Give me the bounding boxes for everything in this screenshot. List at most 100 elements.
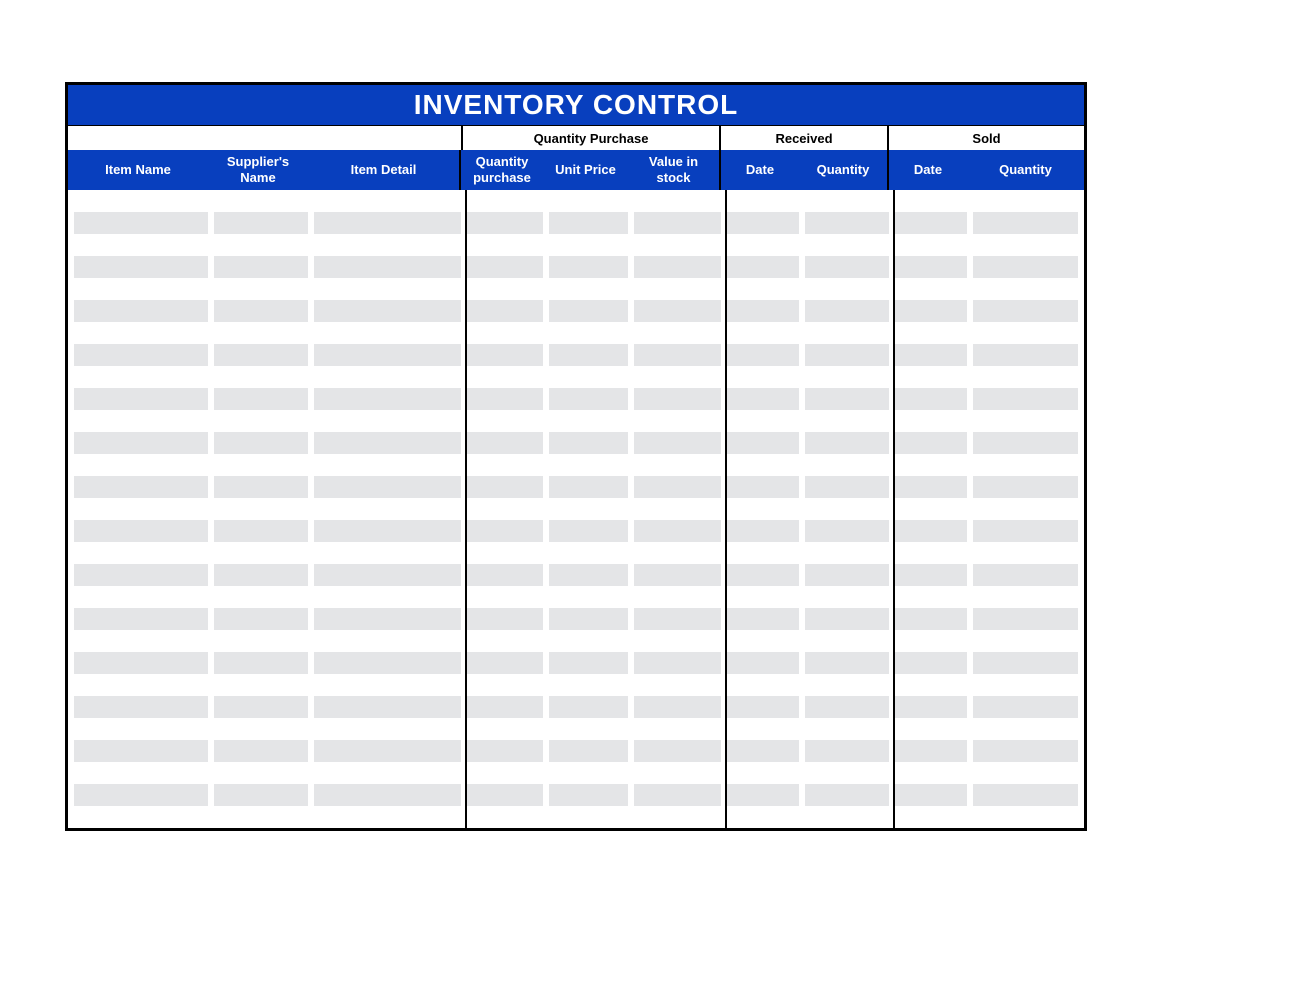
cell-soldQty	[973, 696, 1078, 718]
cell-soldQty	[973, 190, 1078, 212]
cell-receivedDate	[727, 806, 799, 828]
cell-supplierName	[214, 432, 308, 454]
table-row	[68, 718, 1084, 740]
cell-supplierName	[214, 366, 308, 388]
cell-quantityPurchase	[467, 388, 543, 410]
cell-receivedQty	[805, 454, 889, 476]
table-row	[68, 608, 1084, 630]
cell-itemDetail	[314, 256, 461, 278]
cell-receivedQty	[805, 476, 889, 498]
table-row	[68, 476, 1084, 498]
cell-soldDate	[895, 740, 967, 762]
cell-soldQty	[973, 542, 1078, 564]
cell-soldDate	[895, 366, 967, 388]
cell-soldDate	[895, 608, 967, 630]
cell-valueInStock	[634, 454, 721, 476]
cell-valueInStock	[634, 718, 721, 740]
table-row	[68, 520, 1084, 542]
cell-itemName	[74, 630, 208, 652]
cell-itemDetail	[314, 564, 461, 586]
cell-quantityPurchase	[467, 718, 543, 740]
cell-valueInStock	[634, 806, 721, 828]
col-item-name: Item Name	[68, 150, 208, 190]
cell-receivedDate	[727, 674, 799, 696]
cell-supplierName	[214, 256, 308, 278]
cell-valueInStock	[634, 366, 721, 388]
cell-supplierName	[214, 586, 308, 608]
cell-receivedDate	[727, 410, 799, 432]
cell-unitPrice	[549, 278, 628, 300]
cell-itemDetail	[314, 234, 461, 256]
cell-soldQty	[973, 476, 1078, 498]
cell-supplierName	[214, 410, 308, 432]
cell-soldQty	[973, 674, 1078, 696]
cell-receivedDate	[727, 366, 799, 388]
cell-itemDetail	[314, 674, 461, 696]
cell-itemName	[74, 498, 208, 520]
group-header-blank	[68, 126, 461, 150]
cell-itemDetail	[314, 806, 461, 828]
cell-valueInStock	[634, 608, 721, 630]
cell-valueInStock	[634, 410, 721, 432]
cell-soldDate	[895, 498, 967, 520]
cell-unitPrice	[549, 520, 628, 542]
table-row	[68, 784, 1084, 806]
table-body	[68, 190, 1084, 828]
table-row	[68, 344, 1084, 366]
cell-unitPrice	[549, 542, 628, 564]
cell-quantityPurchase	[467, 322, 543, 344]
table-row	[68, 366, 1084, 388]
cell-quantityPurchase	[467, 630, 543, 652]
cell-unitPrice	[549, 234, 628, 256]
cell-receivedDate	[727, 718, 799, 740]
col-unit-price: Unit Price	[543, 150, 628, 190]
cell-soldQty	[973, 586, 1078, 608]
col-value-in-stock: Value in stock	[628, 150, 721, 190]
cell-unitPrice	[549, 432, 628, 454]
cell-valueInStock	[634, 630, 721, 652]
cell-soldQty	[973, 300, 1078, 322]
cell-itemDetail	[314, 718, 461, 740]
cell-soldDate	[895, 564, 967, 586]
col-sold-qty: Quantity	[967, 150, 1084, 190]
cell-soldDate	[895, 212, 967, 234]
table-row	[68, 256, 1084, 278]
cell-receivedDate	[727, 630, 799, 652]
table-row	[68, 410, 1084, 432]
cell-supplierName	[214, 520, 308, 542]
cell-itemDetail	[314, 388, 461, 410]
cell-itemDetail	[314, 212, 461, 234]
cell-receivedQty	[805, 212, 889, 234]
cell-soldQty	[973, 322, 1078, 344]
cell-receivedDate	[727, 762, 799, 784]
cell-receivedDate	[727, 256, 799, 278]
cell-itemDetail	[314, 652, 461, 674]
cell-soldQty	[973, 410, 1078, 432]
cell-receivedQty	[805, 234, 889, 256]
cell-itemName	[74, 278, 208, 300]
cell-itemName	[74, 300, 208, 322]
cell-receivedDate	[727, 476, 799, 498]
cell-supplierName	[214, 652, 308, 674]
cell-quantityPurchase	[467, 652, 543, 674]
cell-receivedQty	[805, 696, 889, 718]
cell-soldQty	[973, 608, 1078, 630]
cell-soldDate	[895, 696, 967, 718]
cell-supplierName	[214, 344, 308, 366]
cell-soldDate	[895, 520, 967, 542]
cell-receivedQty	[805, 344, 889, 366]
cell-soldQty	[973, 388, 1078, 410]
cell-soldDate	[895, 630, 967, 652]
table-row	[68, 212, 1084, 234]
cell-supplierName	[214, 718, 308, 740]
cell-itemDetail	[314, 476, 461, 498]
table-row	[68, 454, 1084, 476]
cell-soldQty	[973, 256, 1078, 278]
cell-receivedDate	[727, 432, 799, 454]
cell-itemName	[74, 674, 208, 696]
cell-unitPrice	[549, 344, 628, 366]
cell-soldDate	[895, 190, 967, 212]
cell-supplierName	[214, 454, 308, 476]
cell-supplierName	[214, 476, 308, 498]
cell-valueInStock	[634, 586, 721, 608]
